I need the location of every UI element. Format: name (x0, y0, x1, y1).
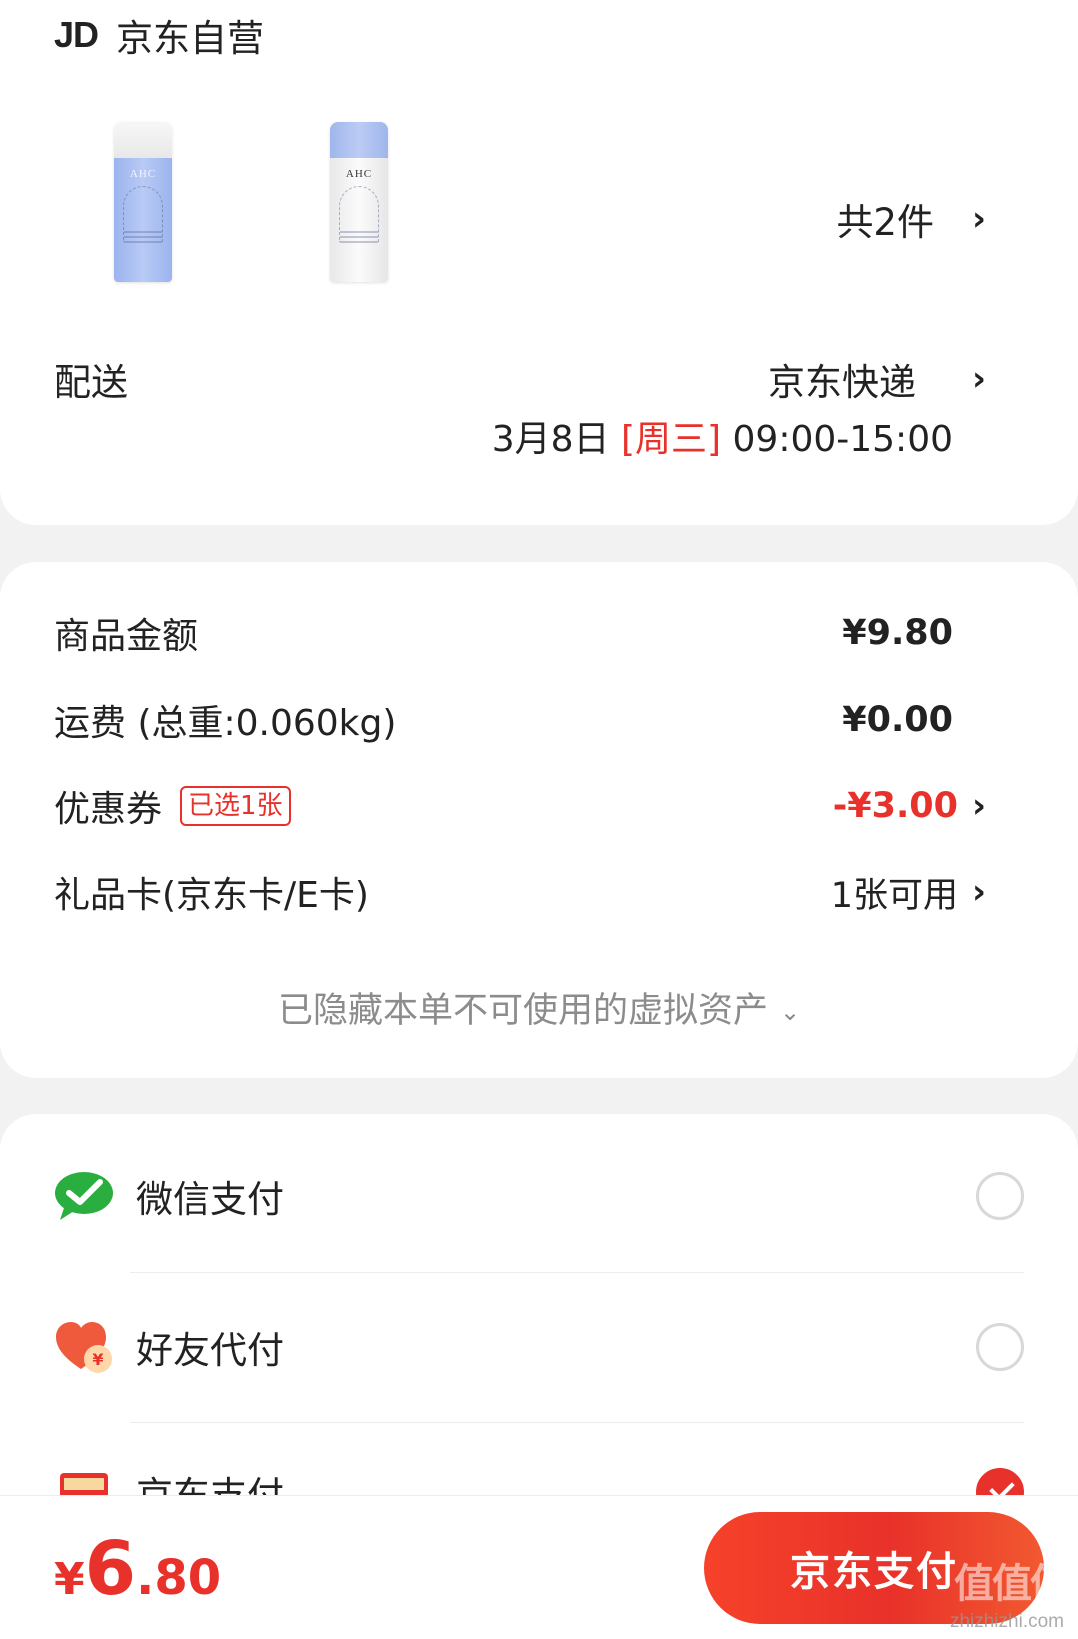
toner-bottle-image: AHC (114, 122, 172, 282)
delivery-time-range: 09:00-15:00 (732, 419, 953, 460)
order-items-card: JD 京东自营 AHC AHC 共2件 › 配送 京东快递 › 3月8日 [周三… (0, 0, 1078, 525)
delivery-date: 3月8日 (491, 419, 610, 460)
jd-logo: JD (54, 14, 99, 55)
payment-label: 微信支付 (136, 1178, 284, 1221)
payment-option-wechat[interactable]: 微信支付 (54, 1156, 1024, 1236)
payment-radio[interactable] (976, 1323, 1024, 1371)
coupon-row[interactable]: 优惠券 已选1张 -¥3.00 › (54, 778, 986, 834)
goods-amount-label: 商品金额 (54, 616, 199, 657)
product-image[interactable]: AHC (316, 112, 402, 282)
delivery-weekday: [周三] (620, 419, 722, 460)
payment-radio[interactable] (976, 1172, 1024, 1220)
svg-text:¥: ¥ (92, 1350, 103, 1369)
divider (130, 1422, 1024, 1423)
friend-pay-icon: ¥ (54, 1317, 114, 1377)
watermark: 值值值 (954, 1561, 1070, 1607)
order-confirm-page: JD 京东自营 AHC AHC 共2件 › 配送 京东快递 › 3月8日 [周三… (0, 0, 1078, 1639)
shipping-label: 运费 (总重:0.060kg) (54, 703, 397, 744)
divider (130, 1272, 1024, 1273)
shipping-row: 运费 (总重:0.060kg) ¥0.00 (54, 692, 986, 748)
product-thumbnails[interactable]: AHC AHC (100, 112, 402, 282)
delivery-time[interactable]: 3月8日 [周三] 09:00-15:00 (492, 410, 953, 462)
product-count: 共2件 (836, 201, 934, 244)
gift-card-row[interactable]: 礼品卡(京东卡/E卡) 1张可用 › (54, 864, 986, 920)
chevron-right-icon: › (971, 872, 986, 912)
wechat-pay-icon (54, 1166, 114, 1226)
shipping-value: ¥0.00 (842, 700, 953, 740)
hidden-assets-toggle[interactable]: 已隐藏本单不可使用的虚拟资产 ⌄ (0, 982, 1078, 1033)
product-image[interactable]: AHC (100, 112, 186, 282)
coupon-label: 优惠券 (54, 789, 163, 830)
coupon-selected-badge: 已选1张 (180, 786, 291, 826)
checkout-bar: ¥6.80 京东支付 值值值 zhizhizhi.com (0, 1495, 1078, 1639)
order-total: ¥6.80 (54, 1526, 221, 1612)
chevron-right-icon: › (971, 199, 986, 239)
hidden-assets-text: 已隐藏本单不可使用的虚拟资产 (277, 991, 768, 1031)
product-count-link[interactable]: 共2件 › (836, 192, 986, 246)
goods-amount-row: 商品金额 ¥9.80 (54, 605, 986, 661)
watermark-url: zhizhizhi.com (949, 1611, 1064, 1632)
coupon-value: -¥3.00 (832, 786, 958, 826)
total-decimal: .80 (136, 1550, 222, 1606)
payment-label: 好友代付 (136, 1329, 284, 1372)
delivery-method: 京东快递 (767, 361, 916, 404)
chevron-right-icon: › (971, 786, 986, 826)
chevron-down-icon: ⌄ (779, 998, 801, 1026)
delivery-method-selector[interactable]: 京东快递 › (768, 352, 986, 406)
gift-card-label: 礼品卡(京东卡/E卡) (54, 875, 369, 916)
total-integer: 6 (84, 1526, 137, 1612)
payment-option-friend[interactable]: ¥ 好友代付 (54, 1307, 1024, 1387)
store-name: 京东自营 (116, 17, 265, 60)
delivery-label: 配送 (54, 361, 128, 404)
store-header[interactable]: JD 京东自营 (54, 10, 264, 60)
currency-symbol: ¥ (54, 1554, 85, 1605)
goods-amount-value: ¥9.80 (842, 613, 953, 653)
toner-bottle-image: AHC (330, 122, 388, 282)
chevron-right-icon: › (971, 359, 986, 399)
gift-card-value: 1张可用 (830, 875, 958, 916)
